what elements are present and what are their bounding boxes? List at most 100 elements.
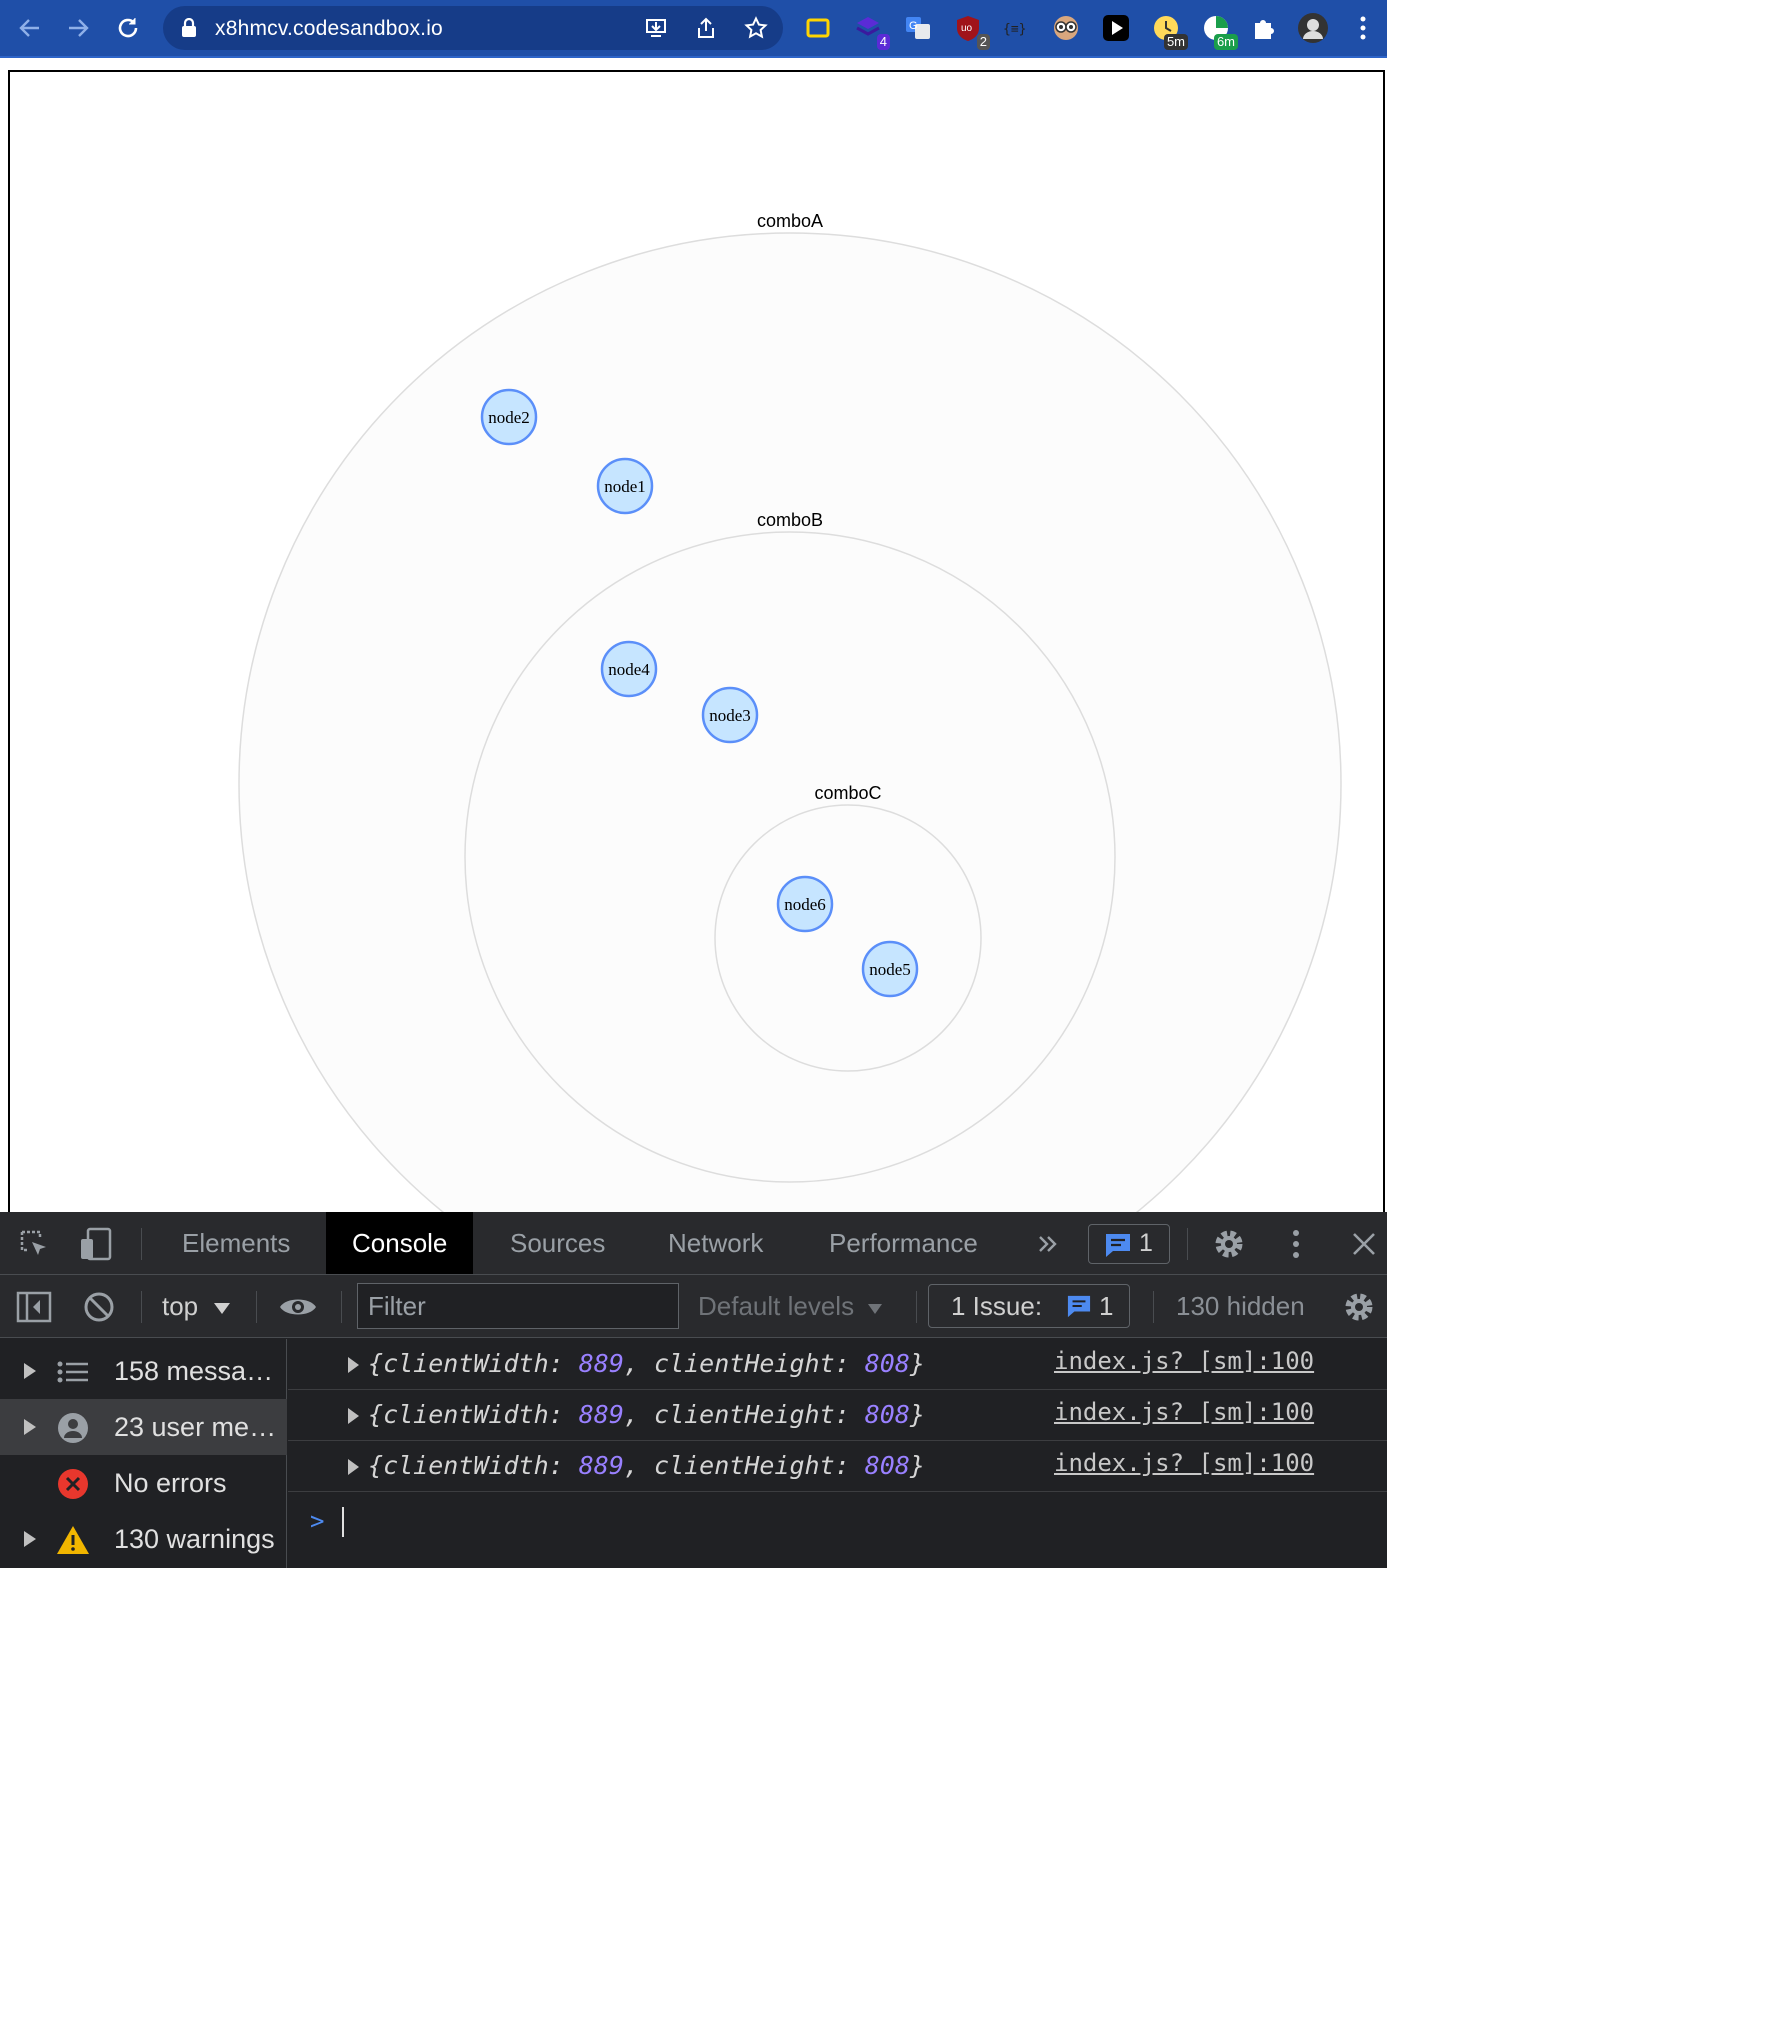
console-settings-gear-icon[interactable]	[1340, 1289, 1378, 1325]
toolbar-separator	[1187, 1228, 1188, 1260]
sidebar-item-label: 23 user me…	[114, 1412, 277, 1442]
forward-button[interactable]	[60, 10, 96, 46]
extensions-puzzle-icon[interactable]	[1248, 12, 1280, 44]
owl-ext-icon[interactable]	[1050, 12, 1082, 44]
back-arrow-icon	[19, 19, 39, 37]
expand-triangle-icon	[24, 1363, 36, 1379]
console-log-row[interactable]: {clientWidth: 889, clientHeight: 808} in…	[288, 1339, 1387, 1390]
log-object: {clientWidth: 889, clientHeight: 808}	[368, 1349, 925, 1378]
inspect-element-icon[interactable]	[16, 1226, 52, 1262]
graph-node2[interactable]: node2	[480, 388, 538, 446]
combo-label: comboC	[814, 783, 881, 803]
console-log-row[interactable]: {clientWidth: 889, clientHeight: 808} in…	[288, 1441, 1387, 1492]
more-tabs-chevron-icon[interactable]	[1032, 1228, 1064, 1260]
toolbar-divider	[0, 56, 1387, 58]
console-input-cursor[interactable]	[342, 1507, 344, 1537]
error-icon	[56, 1467, 90, 1501]
reload-button[interactable]	[110, 10, 146, 46]
expand-triangle-icon[interactable]	[348, 1459, 359, 1475]
sidebar-item-messages[interactable]: 158 messa…	[0, 1343, 287, 1399]
hidden-messages-count: 130 hidden	[1176, 1291, 1305, 1321]
node-label: node2	[488, 408, 530, 427]
toolbar-separator	[141, 1291, 142, 1323]
lock-icon	[181, 17, 197, 43]
install-icon[interactable]	[643, 15, 669, 41]
tab-performance[interactable]: Performance	[803, 1212, 1004, 1274]
tab-console[interactable]: Console	[326, 1212, 474, 1274]
issues-counter-button[interactable]: 1	[1088, 1224, 1170, 1264]
issues-count: 1	[1099, 1291, 1114, 1321]
log-source-link[interactable]: index.js? [sm]:100	[1054, 1347, 1314, 1375]
url-text: x8hmcv.codesandbox.io	[215, 17, 443, 40]
console-messages: {clientWidth: 889, clientHeight: 808} in…	[288, 1339, 1387, 1568]
expand-triangle-icon[interactable]	[348, 1357, 359, 1373]
bookmark-star-icon[interactable]	[743, 15, 769, 41]
toolbar-separator	[341, 1291, 342, 1323]
svg-text:G: G	[909, 20, 918, 32]
issues-label: 1 Issue:	[951, 1291, 1043, 1321]
devtools-menu-icon[interactable]	[1282, 1226, 1310, 1262]
console-prompt-chevron-icon: >	[310, 1507, 325, 1535]
graph-canvas[interactable]: comboA comboB comboC node1 node2 node3 node4 n…	[10, 72, 1383, 1212]
message-icon	[1065, 1293, 1093, 1319]
device-toolbar-icon[interactable]	[76, 1226, 116, 1262]
message-icon	[1103, 1231, 1133, 1259]
console-log-row[interactable]: {clientWidth: 889, clientHeight: 808} in…	[288, 1390, 1387, 1441]
sidebar-item-errors[interactable]: No errors	[0, 1455, 287, 1511]
back-button[interactable]	[12, 10, 48, 46]
live-expression-eye-icon[interactable]	[276, 1289, 320, 1325]
timer-ext-icon[interactable]: 5m	[1150, 12, 1188, 50]
expand-triangle-icon	[24, 1531, 36, 1547]
expand-triangle-icon	[24, 1419, 36, 1435]
node-label: node1	[604, 477, 646, 496]
address-bar[interactable]: x8hmcv.codesandbox.io	[163, 6, 783, 50]
profile-avatar[interactable]	[1297, 12, 1329, 44]
graph-node1[interactable]: node1	[596, 457, 654, 515]
stack-ext-icon[interactable]: 4	[852, 12, 890, 50]
json-ext-icon[interactable]: {≡}	[1000, 12, 1032, 44]
warning-icon	[56, 1523, 90, 1557]
share-icon[interactable]	[693, 15, 719, 41]
node-label: node4	[608, 660, 650, 679]
node-label: node3	[709, 706, 751, 725]
translate-ext-icon[interactable]: G	[902, 12, 934, 44]
context-selector-label: top	[162, 1291, 199, 1321]
tab-elements[interactable]: Elements	[156, 1212, 316, 1274]
clear-console-icon[interactable]	[80, 1289, 118, 1325]
sidebar-item-warnings[interactable]: 130 warnings	[0, 1511, 287, 1567]
console-filter-bar: top Default levels 1 Issue: 1 130 hidden	[0, 1275, 1387, 1338]
settings-gear-icon[interactable]	[1210, 1226, 1248, 1262]
tab-sources[interactable]: Sources	[484, 1212, 631, 1274]
graph-node5[interactable]: node5	[861, 940, 919, 998]
clock-ext-icon[interactable]: 6m	[1200, 12, 1238, 50]
sync-ext-icon[interactable]	[802, 12, 834, 44]
close-devtools-icon[interactable]	[1346, 1226, 1382, 1262]
log-source-link[interactable]: index.js? [sm]:100	[1054, 1398, 1314, 1426]
graph-node4[interactable]: node4	[600, 640, 658, 698]
issues-button[interactable]: 1 Issue: 1	[928, 1284, 1130, 1328]
show-sidebar-icon[interactable]	[14, 1289, 54, 1325]
log-levels-dropdown[interactable]: Default levels	[698, 1291, 883, 1322]
context-selector[interactable]: top	[162, 1291, 231, 1322]
chevron-down-icon	[214, 1303, 231, 1314]
log-source-link[interactable]: index.js? [sm]:100	[1054, 1449, 1314, 1477]
ublock-ext-icon[interactable]: uo 2	[952, 12, 990, 50]
sidebar-item-user-messages[interactable]: 23 user me…	[0, 1399, 287, 1455]
log-object: {clientWidth: 889, clientHeight: 808}	[368, 1400, 925, 1429]
browser-toolbar: x8hmcv.codesandbox.io 4 G uo 2 {≡} 5m 6m	[0, 0, 1387, 56]
browser-menu-icon[interactable]	[1347, 12, 1379, 44]
forward-arrow-icon	[69, 19, 89, 37]
toolbar-separator	[256, 1291, 257, 1323]
console-filter-input[interactable]	[357, 1283, 679, 1329]
log-object: {clientWidth: 889, clientHeight: 808}	[368, 1451, 925, 1480]
chevron-down-icon	[868, 1304, 883, 1314]
svg-text:{≡}: {≡}	[1003, 22, 1026, 37]
combo-comboC[interactable]	[714, 804, 982, 1072]
play-ext-icon[interactable]	[1100, 12, 1132, 44]
expand-triangle-icon[interactable]	[348, 1408, 359, 1424]
devtools-panel: Elements Console Sources Network Perform…	[0, 1212, 1387, 1568]
tab-network[interactable]: Network	[642, 1212, 789, 1274]
page-viewport: comboA comboB comboC node1 node2 node3 node4 n…	[8, 70, 1385, 1212]
graph-node3[interactable]: node3	[701, 686, 759, 744]
graph-node6[interactable]: node6	[776, 875, 834, 933]
